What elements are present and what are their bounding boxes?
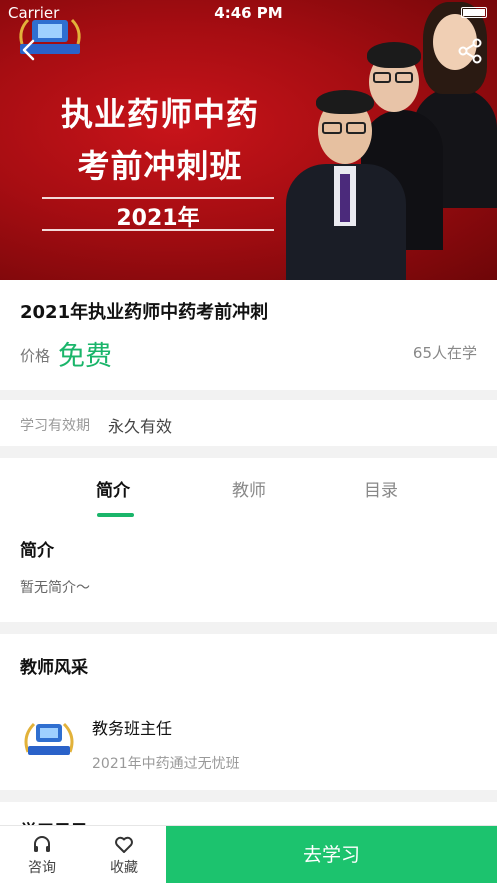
favorite-label: 收藏: [110, 860, 138, 876]
banner-title-line1: 执业药师中药: [60, 95, 259, 133]
tab-teachers[interactable]: 教师: [232, 476, 266, 501]
consult-button[interactable]: 咨询: [2, 826, 82, 883]
intro-text: 暂无简介～: [20, 580, 90, 596]
banner-divider-top: [42, 197, 274, 199]
learner-count: 65人在学: [412, 344, 477, 362]
course-title: 2021年执业药师中药考前冲刺: [20, 302, 269, 323]
tab-catalog[interactable]: 目录: [364, 476, 398, 501]
headset-icon: [34, 836, 50, 852]
consult-label: 咨询: [28, 860, 56, 876]
teacher-avatar[interactable]: [22, 718, 76, 764]
active-tab-indicator: [97, 513, 134, 517]
teacher-description: 2021年中药通过无忧班: [92, 756, 240, 772]
price-value: 免费: [58, 341, 112, 372]
banner-title-line2: 考前冲刺班: [77, 147, 243, 185]
validity-label: 学习有效期: [20, 418, 90, 434]
banner-divider-bottom: [42, 229, 274, 231]
teacher-photo-man-suit: [282, 88, 412, 280]
validity-value: 永久有效: [108, 417, 173, 436]
bottom-action-bar: 咨询 收藏 去学习: [0, 825, 497, 883]
clock: 4:46 PM: [214, 4, 283, 22]
banner-title: 执业药师中药 考前冲刺班: [40, 88, 280, 192]
heart-icon: [115, 836, 133, 853]
course-detail-page: 执业药师中药 考前冲刺班 2021年 Carrier 4:46 PM 2021年…: [0, 0, 497, 883]
status-bar: Carrier 4:46 PM: [0, 0, 497, 26]
intro-heading: 简介: [20, 541, 54, 561]
price-label: 价格: [20, 347, 51, 365]
share-icon[interactable]: [457, 38, 483, 64]
battery-icon: [461, 7, 487, 18]
teacher-name[interactable]: 教务班主任: [92, 715, 172, 739]
start-study-button[interactable]: 去学习: [166, 826, 497, 883]
favorite-button[interactable]: 收藏: [84, 826, 164, 883]
back-icon[interactable]: [18, 38, 42, 62]
teachers-heading: 教师风采: [20, 658, 88, 678]
course-banner: 执业药师中药 考前冲刺班 2021年 Carrier 4:46 PM: [0, 0, 497, 280]
banner-year: 2021年: [116, 206, 200, 231]
tab-intro[interactable]: 简介: [96, 476, 130, 501]
